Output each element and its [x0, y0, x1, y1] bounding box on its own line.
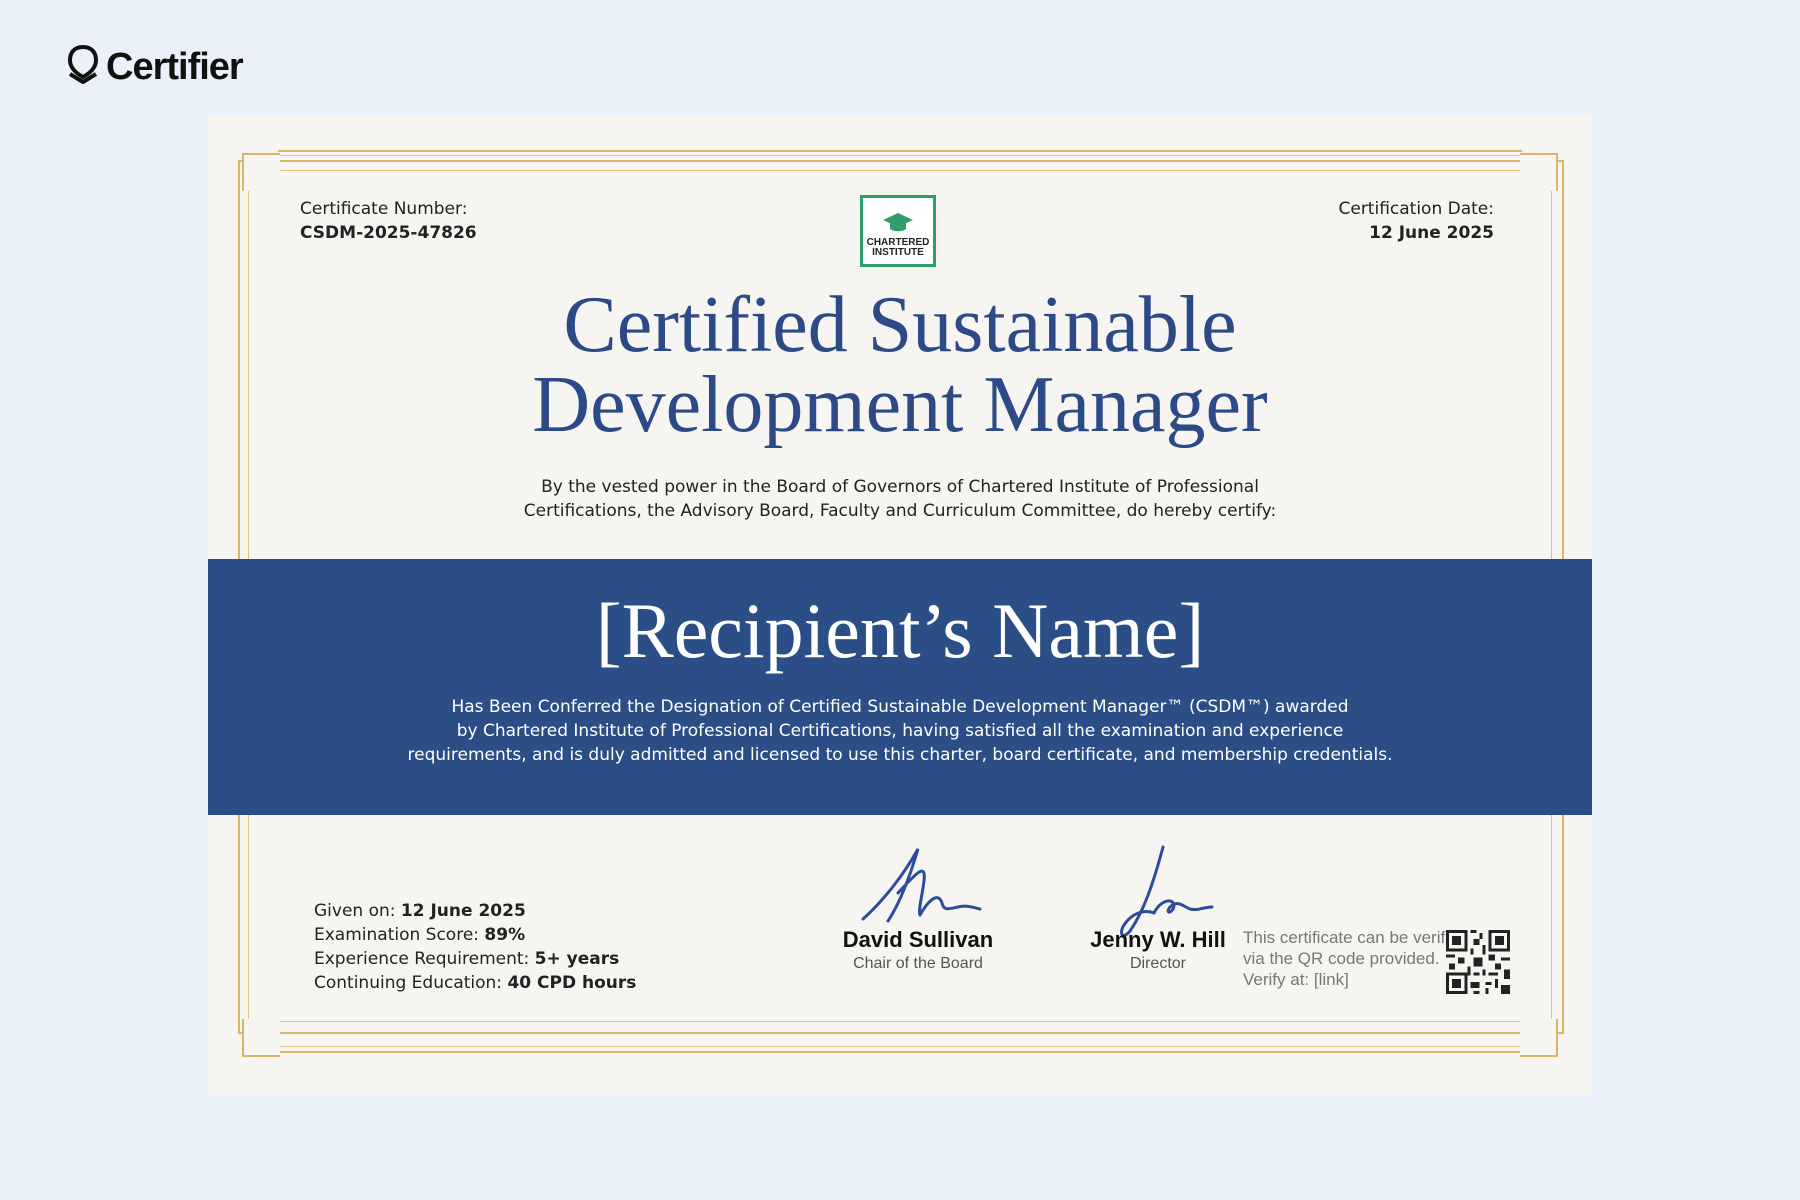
- signatory-name: Jenny W. Hill: [1090, 927, 1226, 952]
- subtitle-line-2: Certifications, the Advisory Board, Facu…: [523, 501, 1277, 521]
- conferred-line-1: Has Been Conferred the Designation of Ce…: [451, 697, 1349, 717]
- brand-logo: Certifier: [66, 44, 244, 90]
- signatory-name: David Sullivan: [842, 927, 994, 952]
- detail-given-on: Given on: 12 June 2025: [314, 899, 636, 923]
- conferred-line-3: requirements, and is duly admitted and l…: [407, 745, 1393, 765]
- certification-date: Certification Date: 12 June 2025: [1338, 197, 1494, 245]
- certificate-subtitle: By the vested power in the Board of Gove…: [208, 475, 1592, 523]
- gold-line-top: [278, 150, 1522, 152]
- detail-value: 89%: [484, 925, 526, 945]
- frame-corner: [1520, 1019, 1558, 1057]
- detail-label: Experience Requirement:: [314, 949, 535, 969]
- certificate-number: Certificate Number: CSDM-2025-47826: [300, 197, 477, 245]
- verify-line-2: via the QR code provided.: [1243, 949, 1440, 968]
- signature-block-1: David Sullivan Chair of the Board: [808, 848, 1028, 973]
- certifier-shield-icon: [67, 44, 99, 84]
- subtitle-line-1: By the vested power in the Board of Gove…: [541, 477, 1259, 497]
- certificate-title: Certified Sustainable Development Manage…: [208, 285, 1592, 445]
- certification-date-value: 12 June 2025: [1369, 223, 1494, 243]
- frame-corner: [242, 153, 280, 191]
- graduation-cap-icon: [883, 213, 913, 232]
- recipient-band: [Recipient’s Name] Has Been Conferred th…: [208, 559, 1592, 815]
- detail-value: 40 CPD hours: [507, 973, 637, 993]
- signatory-role: Chair of the Board: [853, 955, 983, 972]
- gold-line-bottom-inner: [278, 1046, 1522, 1047]
- detail-continuing-education: Continuing Education: 40 CPD hours: [314, 971, 636, 995]
- certificate-number-label: Certificate Number:: [300, 199, 468, 219]
- brand-name: Certifier: [106, 45, 244, 88]
- conferred-line-2: by Chartered Institute of Professional C…: [456, 721, 1344, 741]
- qr-code-icon[interactable]: [1446, 930, 1510, 994]
- title-line-1: Certified Sustainable: [563, 281, 1237, 369]
- detail-value: 5+ years: [534, 949, 620, 969]
- certification-date-label: Certification Date:: [1338, 199, 1494, 219]
- signature-block-2: Jenny W. Hill Director: [1048, 845, 1268, 973]
- logo-text-line2: INSTITUTE: [872, 247, 924, 258]
- title-line-2: Development Manager: [532, 361, 1268, 449]
- frame-corner: [1520, 153, 1558, 191]
- gold-line-top-inner: [278, 155, 1522, 156]
- detail-exam-score: Examination Score: 89%: [314, 923, 636, 947]
- verification-text: This certificate can be verified via the…: [1243, 927, 1468, 990]
- detail-label: Given on:: [314, 901, 401, 921]
- detail-value: 12 June 2025: [400, 901, 526, 921]
- signatory-role: Director: [1129, 955, 1186, 972]
- recipient-name: [Recipient’s Name]: [595, 587, 1205, 674]
- frame-corner: [242, 1019, 280, 1057]
- institute-logo: CHARTERED INSTITUTE: [860, 195, 936, 267]
- detail-label: Examination Score:: [314, 925, 485, 945]
- certificate-details: Given on: 12 June 2025 Examination Score…: [314, 899, 636, 995]
- certificate: Certificate Number: CSDM-2025-47826 CHAR…: [208, 115, 1592, 1095]
- conferred-text: Has Been Conferred the Designation of Ce…: [208, 695, 1592, 767]
- gold-line-bottom: [278, 1051, 1522, 1053]
- verify-link[interactable]: Verify at: [link]: [1243, 969, 1468, 990]
- detail-label: Continuing Education:: [314, 973, 508, 993]
- detail-experience: Experience Requirement: 5+ years: [314, 947, 636, 971]
- certificate-number-value: CSDM-2025-47826: [300, 223, 477, 243]
- verify-line-1: This certificate can be verified: [1243, 928, 1468, 947]
